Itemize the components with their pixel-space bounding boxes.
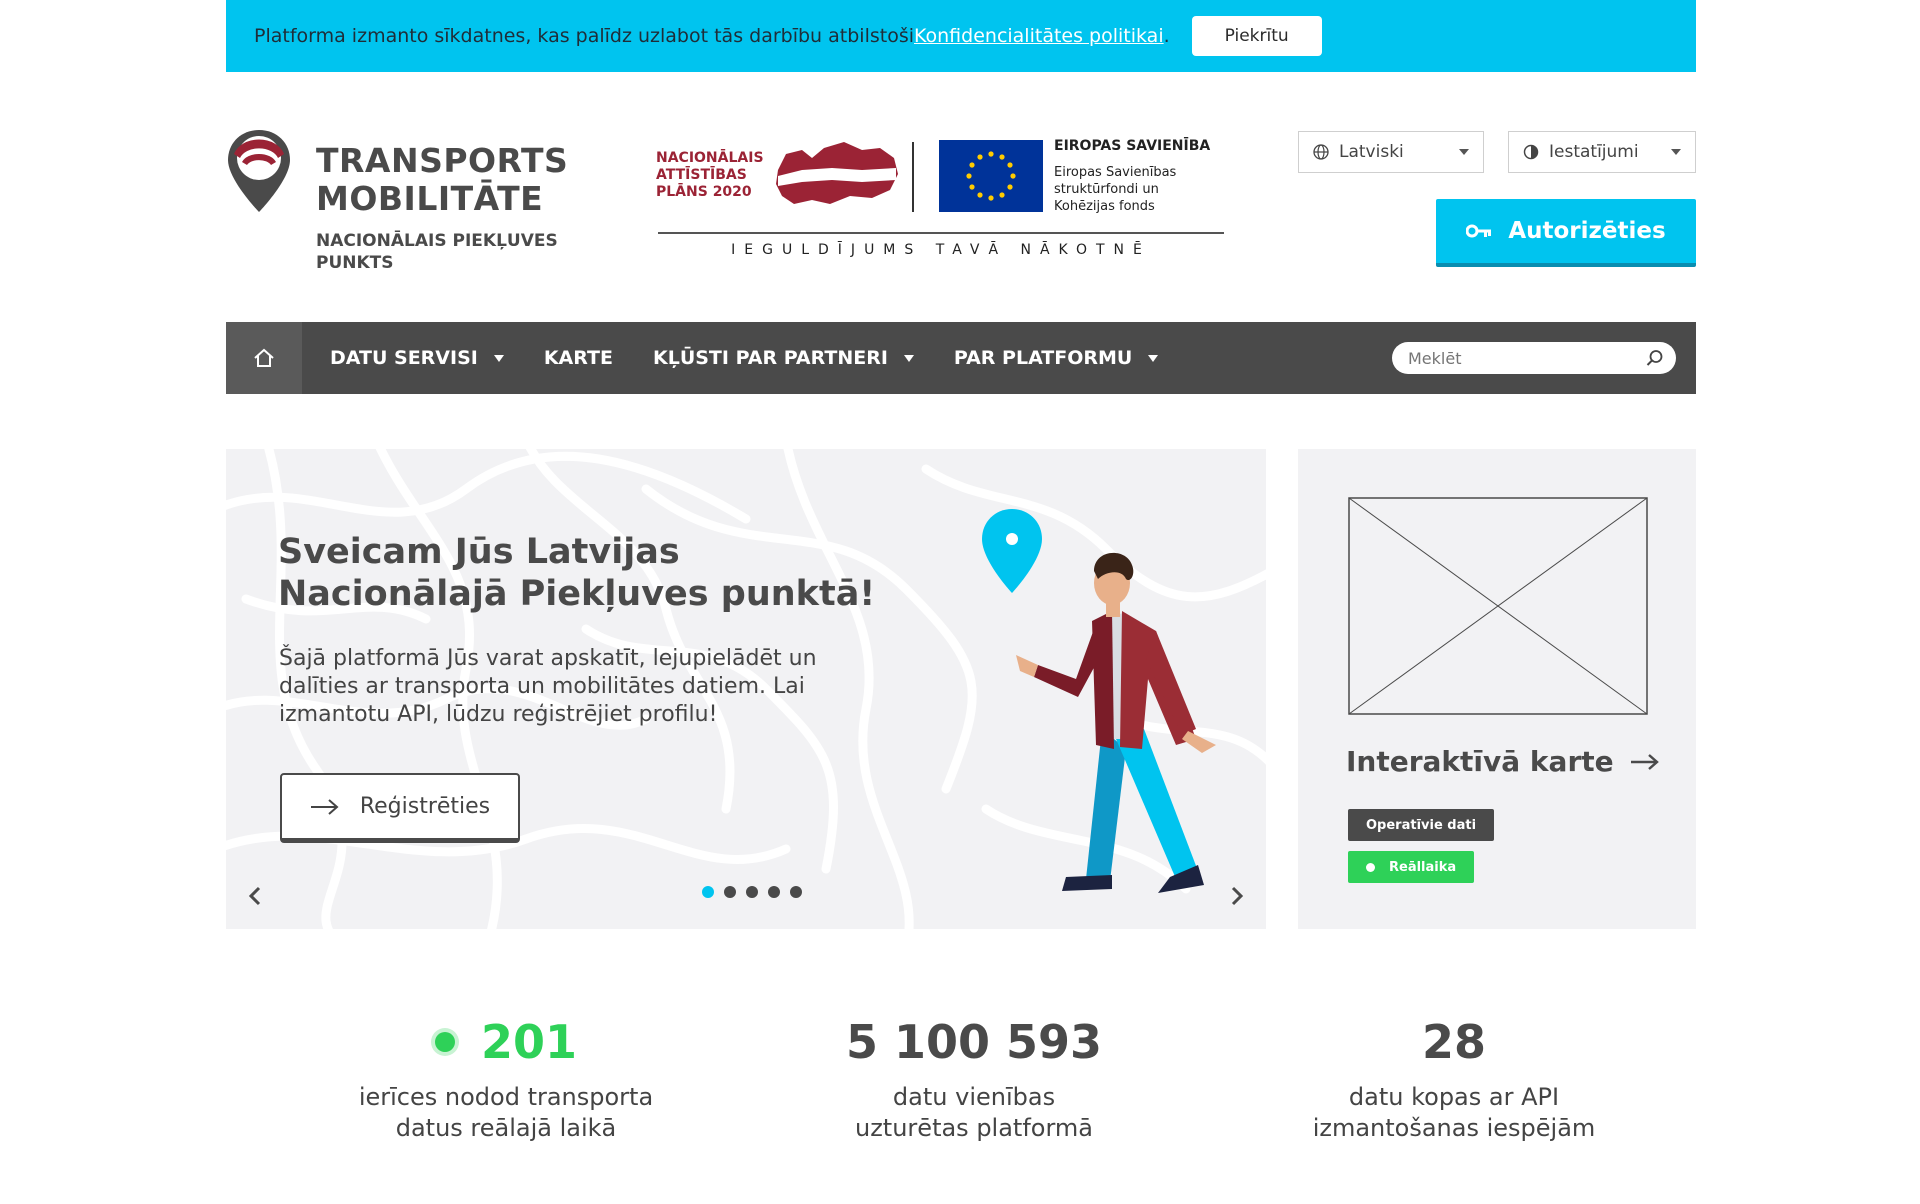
- nap-logo-text: NACIONĀLAIS ATTĪSTĪBAS PLĀNS 2020: [656, 150, 764, 200]
- stat-realtime-devices: 201 ierīces nodod transporta datus reāla…: [306, 1010, 706, 1144]
- nav-home-button[interactable]: [226, 322, 302, 394]
- carousel-dot[interactable]: [724, 886, 736, 898]
- stat-value: 201: [306, 1010, 706, 1074]
- latvia-flag-map-icon: [776, 142, 898, 204]
- chevron-down-icon: [493, 354, 504, 362]
- eu-title: EIROPAS SAVIENĪBA: [1054, 138, 1211, 154]
- language-value: Latviski: [1339, 142, 1404, 162]
- logo-separator: [912, 142, 914, 212]
- stat-value: 28: [1421, 1015, 1486, 1069]
- carousel-prev-button[interactable]: [240, 881, 270, 911]
- login-button[interactable]: Autorizēties: [1436, 199, 1696, 267]
- home-icon: [254, 348, 274, 367]
- search-box: [1392, 342, 1676, 374]
- key-icon: [1466, 224, 1492, 238]
- image-placeholder-icon: [1348, 497, 1648, 715]
- search-icon[interactable]: [1646, 349, 1664, 367]
- carousel-next-button[interactable]: [1222, 881, 1252, 911]
- carousel-dot[interactable]: [768, 886, 780, 898]
- stat-api-datasets: 28 datu kopas ar API izmantošanas iespēj…: [1254, 1010, 1654, 1144]
- stat-label: datu vienības uzturētas platformā: [855, 1083, 1093, 1142]
- hero-title: Sveicam Jūs Latvijas Nacionālajā Piekļuv…: [278, 532, 876, 614]
- funding-motto: IEGULDĪJUMS TAVĀ NĀKOTNĒ: [731, 242, 1151, 258]
- search-input[interactable]: [1392, 343, 1632, 373]
- walking-person-illustration: [982, 509, 1216, 893]
- interactive-map-card: Interaktīvā karte Operatīvie dati Reālla…: [1298, 449, 1696, 929]
- cookie-text: Platforma izmanto sīkdatnes, kas palīdz …: [254, 25, 914, 47]
- chevron-down-icon: [1148, 354, 1159, 362]
- stat-data-units: 5 100 593 datu vienības uzturētas platfo…: [774, 1010, 1174, 1144]
- eu-subtitle: Eiropas Savienības struktūrfondi un Kohē…: [1054, 165, 1177, 214]
- nav-item-become-partner[interactable]: KĻŪSTI PAR PARTNERI: [653, 322, 914, 394]
- main-navigation: DATU SERVISI KARTE KĻŪSTI PAR PARTNERI P…: [226, 322, 1696, 394]
- arrow-right-icon: [1630, 753, 1660, 771]
- login-label: Autorizēties: [1508, 218, 1666, 244]
- privacy-policy-link[interactable]: Konfidencialitātes politikai: [914, 25, 1164, 47]
- cookie-accept-button[interactable]: Piekrītu: [1191, 16, 1322, 56]
- chevron-left-icon: [248, 886, 261, 906]
- register-button[interactable]: Reģistrēties: [280, 773, 520, 843]
- location-pin-logo-icon: [228, 130, 290, 212]
- chevron-down-icon: [1671, 149, 1681, 155]
- logo-title: TRANSPORTS MOBILITĀTE: [316, 141, 569, 218]
- motto-divider: [658, 232, 1224, 234]
- settings-value: Iestatījumi: [1549, 142, 1639, 162]
- carousel-indicators: [702, 886, 812, 898]
- settings-select[interactable]: Iestatījumi: [1508, 131, 1696, 173]
- logo-subtitle: NACIONĀLAIS PIEKĻUVES PUNKTS: [316, 231, 558, 273]
- carousel-dot[interactable]: [746, 886, 758, 898]
- hero-carousel: Sveicam Jūs Latvijas Nacionālajā Piekļuv…: [226, 449, 1266, 929]
- chevron-down-icon: [903, 354, 914, 362]
- globe-icon: [1313, 144, 1329, 160]
- nav-item-map[interactable]: KARTE: [544, 322, 613, 394]
- site-logo[interactable]: TRANSPORTS MOBILITĀTE NACIONĀLAIS PIEKĻU…: [226, 128, 586, 278]
- cookie-text-end: .: [1163, 25, 1170, 47]
- arrow-right-icon: [310, 798, 340, 816]
- carousel-dot[interactable]: [790, 886, 802, 898]
- eu-flag-icon: [939, 140, 1043, 212]
- contrast-icon: [1523, 144, 1539, 160]
- stat-value: 5 100 593: [845, 1015, 1103, 1069]
- register-label: Reģistrēties: [359, 794, 491, 819]
- live-dot-icon: [1366, 862, 1375, 872]
- stat-label: ierīces nodod transporta datus reālajā l…: [358, 1083, 654, 1142]
- funding-logos: NACIONĀLAIS ATTĪSTĪBAS PLĀNS 2020 EIROPA…: [656, 136, 1226, 266]
- hero-description: Šajā platformā Jūs varat apskatīt, lejup…: [279, 646, 817, 727]
- interactive-map-link[interactable]: Interaktīvā karte: [1346, 745, 1660, 778]
- chevron-down-icon: [1459, 149, 1469, 155]
- language-select[interactable]: Latviski: [1298, 131, 1484, 173]
- realtime-tag: Reāllaika: [1348, 851, 1475, 883]
- chevron-right-icon: [1231, 886, 1244, 906]
- nav-item-about-platform[interactable]: PAR PLATFORMU: [954, 322, 1159, 394]
- live-dot-icon: [434, 1032, 455, 1052]
- cookie-banner: Platforma izmanto sīkdatnes, kas palīdz …: [226, 0, 1696, 72]
- carousel-dot[interactable]: [702, 886, 714, 898]
- stat-label: datu kopas ar API izmantošanas iespējām: [1312, 1083, 1596, 1142]
- operative-data-tag: Operatīvie dati: [1348, 809, 1495, 841]
- nav-item-data-services[interactable]: DATU SERVISI: [330, 322, 504, 394]
